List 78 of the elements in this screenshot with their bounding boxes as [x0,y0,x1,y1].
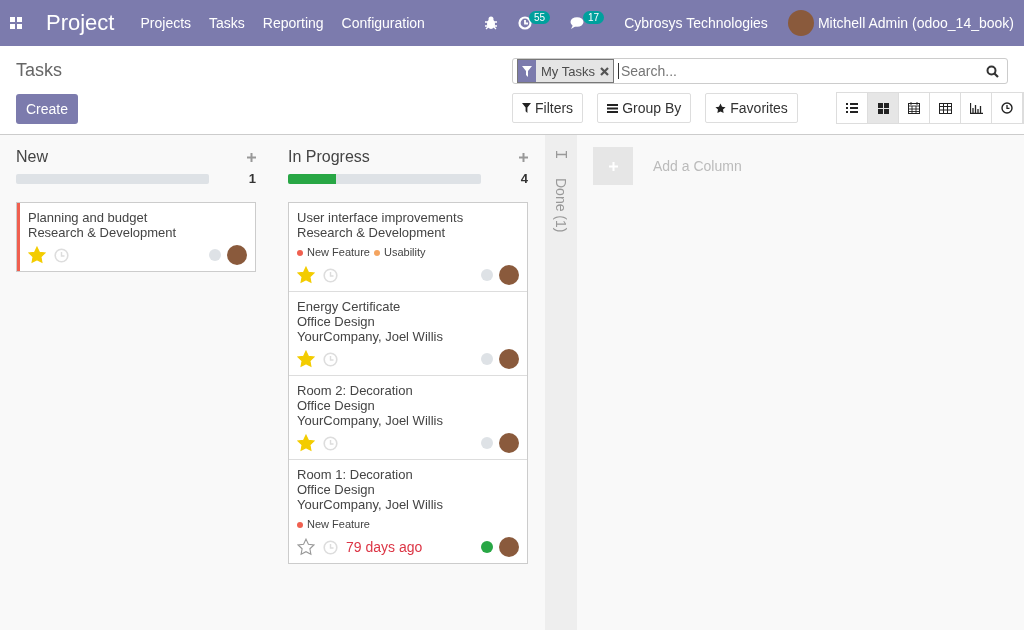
app-grid-icon[interactable] [10,17,22,29]
tag-label: New Feature [307,517,370,532]
column-count: 4 [520,171,528,186]
task-card[interactable]: Room 1: Decoration Office Design YourCompany, Joel Willis New Feature 79 days ago [289,460,527,563]
filter-icon [522,65,532,77]
assignee-avatar [227,245,247,265]
column-count: 1 [248,171,256,186]
status-dot[interactable] [481,269,493,281]
task-title: Room 2: Decoration [297,383,414,398]
group-by-button[interactable]: Group By [597,93,692,123]
tag-label: Usability [384,245,426,260]
create-button[interactable]: Create [16,94,79,124]
menu-item[interactable]: Projects [140,15,192,31]
task-card[interactable]: Room 2: Decoration Office Design YourCompany, Joel Willis [289,376,527,460]
search-icon[interactable] [986,64,999,78]
project-name: Office Design [297,314,376,329]
assignee-avatar [499,349,519,369]
project-name: Office Design [297,398,376,413]
column-title: New [16,148,48,166]
star-icon[interactable] [297,538,315,556]
star-icon [715,102,727,114]
star-icon[interactable] [297,266,315,284]
status-dot[interactable] [481,353,493,365]
menu-item[interactable]: Configuration [341,15,425,31]
user-avatar[interactable] [787,10,814,36]
close-icon[interactable] [599,66,609,76]
star-icon[interactable] [297,434,315,452]
project-name: Research & Development [297,225,447,240]
filter-icon [522,103,531,113]
plus-icon [608,161,618,171]
tag-label: New Feature [307,245,370,260]
project-name: Research & Development [28,225,178,240]
customer-name: YourCompany, Joel Willis [297,497,444,512]
menu-item[interactable]: Reporting [262,15,324,31]
assignee-avatar [499,433,519,453]
star-icon[interactable] [28,246,46,264]
column-title: In Progress [288,148,370,166]
bug-icon[interactable] [483,16,498,30]
assignee-avatar [499,265,519,285]
search-facet[interactable]: My Tasks [517,59,614,83]
task-card[interactable]: Planning and budget Research & Development [17,203,255,271]
task-card[interactable]: User interface improvements Research & Development New Feature Usability [289,203,527,292]
task-title: Energy Certificate [297,299,402,314]
search-field[interactable]: My Tasks Search... [512,58,1008,84]
filters-button[interactable]: Filters [512,93,584,123]
breadcrumb-title: Tasks [16,60,62,81]
bar-chart-icon [969,102,983,114]
status-dot[interactable] [481,437,493,449]
deadline-text: 79 days ago [346,539,423,555]
calendar-icon [908,102,920,114]
task-title: User interface improvements [297,210,465,225]
status-dot[interactable] [481,541,493,553]
activity-count-badge: 55 [528,11,551,24]
menu-item[interactable]: Tasks [209,15,245,31]
customer-name: YourCompany, Joel Willis [297,413,444,428]
plus-icon[interactable] [247,152,256,162]
task-card[interactable]: Energy Certificate Office Design YourCompany, Joel Willis [289,292,527,376]
clock-icon [1001,102,1013,114]
task-title: Room 1: Decoration [297,467,414,482]
expand-icon[interactable] [555,151,567,158]
folded-column-label: Done (1) [553,178,569,233]
list-icon [846,103,858,113]
message-count-badge: 17 [583,11,605,24]
view-switch-button[interactable] [868,93,899,123]
menu-icon [607,103,619,113]
kanban-icon [877,102,889,114]
company-switcher[interactable]: Cybrosys Technologies [624,15,768,31]
favorites-button[interactable]: Favorites [705,93,798,123]
project-name: Office Design [297,482,376,497]
user-menu[interactable]: Mitchell Admin (odoo_14_book) [817,15,1014,31]
status-dot[interactable] [209,249,221,261]
plus-icon[interactable] [519,152,528,162]
table-icon [938,102,952,114]
assignee-avatar [499,537,519,557]
task-title: Planning and budget [28,210,149,225]
star-icon[interactable] [297,350,315,368]
customer-name: YourCompany, Joel Willis [297,329,444,344]
app-title: Project [46,10,115,36]
